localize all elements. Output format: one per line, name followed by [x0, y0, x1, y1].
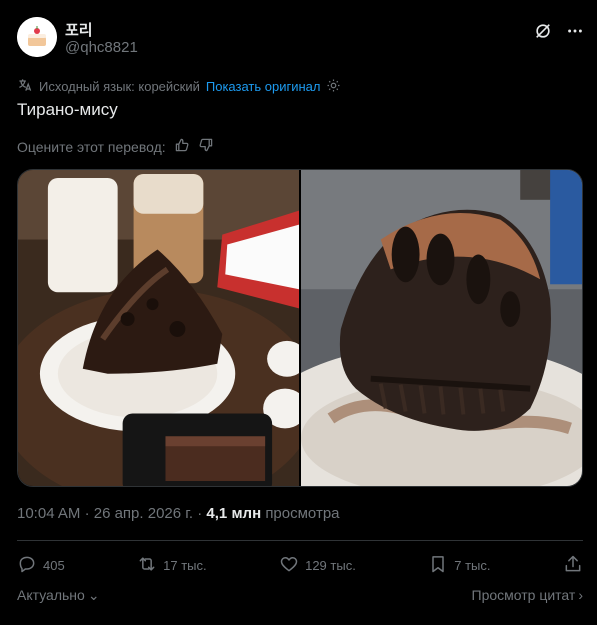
tweet-meta: 10:04 AM · 26 апр. 2026 г. · 4,1 млн про… — [17, 505, 340, 522]
tweet-media[interactable] — [17, 169, 583, 487]
divider-top — [17, 540, 583, 541]
action-bar: 405 17 тыс. 129 тыс. 7 тыс. — [17, 553, 583, 577]
more-icon[interactable] — [565, 21, 585, 41]
like-count: 129 тыс. — [305, 557, 356, 573]
show-original-link[interactable]: Показать оригинал — [206, 79, 321, 94]
bookmark-icon — [428, 554, 448, 577]
tweet-text: Тирано-мису — [17, 100, 118, 119]
share-icon — [563, 554, 583, 577]
like-button[interactable]: 129 тыс. — [279, 554, 356, 577]
thumbs-down-icon[interactable] — [198, 137, 214, 156]
chevron-right-icon: › — [578, 587, 583, 603]
sort-label: Актуально — [17, 587, 85, 603]
bookmark-count: 7 тыс. — [454, 557, 491, 573]
views-count: 4,1 млн — [206, 505, 262, 522]
reply-button[interactable]: 405 — [17, 554, 65, 577]
bookmark-button[interactable]: 7 тыс. — [428, 554, 491, 577]
repost-icon — [137, 554, 157, 577]
sort-selector[interactable]: Актуально ⌄ — [17, 587, 100, 604]
repost-button[interactable]: 17 тыс. — [137, 554, 207, 577]
rate-translation: Оцените этот перевод: — [17, 137, 214, 156]
translate-icon — [17, 77, 33, 96]
rate-label: Оцените этот перевод: — [17, 138, 166, 155]
author-name[interactable]: 포리 — [65, 19, 93, 40]
replies-footer: Актуально ⌄ Просмотр цитат › — [17, 587, 583, 604]
tweet-date[interactable]: 26 апр. 2026 г. — [94, 505, 193, 522]
repost-count: 17 тыс. — [163, 557, 207, 573]
tweet-header: 포리 @qhc8821 — [17, 17, 585, 61]
author-handle[interactable]: @qhc8821 — [65, 39, 138, 56]
chevron-down-icon: ⌄ — [87, 587, 100, 603]
source-language-label: Исходный язык: корейский — [39, 79, 200, 94]
avatar[interactable] — [17, 17, 57, 57]
settings-icon[interactable] — [326, 78, 341, 96]
reply-count: 405 — [43, 557, 65, 573]
quotes-label: Просмотр цитат — [471, 587, 576, 603]
views-label: просмотра — [265, 505, 340, 522]
translation-info: Исходный язык: корейский Показать оригин… — [17, 77, 341, 96]
view-quotes-link[interactable]: Просмотр цитат › — [472, 587, 583, 604]
photo-left[interactable] — [18, 170, 299, 486]
reply-icon — [17, 554, 37, 577]
share-button[interactable] — [563, 554, 583, 577]
grok-icon[interactable] — [533, 21, 553, 41]
tweet-time[interactable]: 10:04 AM — [17, 505, 80, 522]
heart-icon — [279, 554, 299, 577]
thumbs-up-icon[interactable] — [174, 137, 190, 156]
photo-right[interactable] — [301, 170, 582, 486]
